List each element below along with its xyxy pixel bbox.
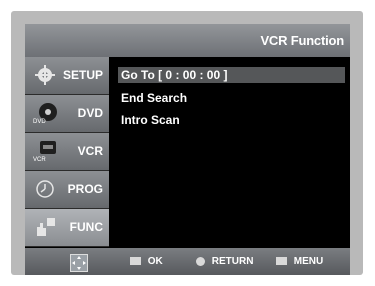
sidebar: SETUP DVD DVD VCR VCR PROG FUNC	[25, 57, 109, 248]
menu-item-go-to[interactable]: Go To [ 0 : 00 : 00 ]	[118, 67, 345, 83]
dvd-disc-icon: DVD	[33, 103, 57, 124]
sidebar-item-dvd[interactable]: DVD DVD	[25, 95, 109, 133]
sidebar-item-setup[interactable]: SETUP	[25, 57, 109, 95]
sidebar-item-func[interactable]: FUNC	[25, 209, 109, 247]
menu-item-end-search[interactable]: End Search	[121, 90, 187, 106]
hand-pointer-icon	[37, 218, 55, 236]
sidebar-item-label: SETUP	[62, 68, 103, 82]
svg-text:DVD: DVD	[33, 119, 46, 124]
menu-panel: Go To [ 0 : 00 : 00 ] End Search Intro S…	[109, 57, 350, 248]
return-label: RETURN	[211, 256, 254, 267]
menu-item-intro-scan[interactable]: Intro Scan	[121, 112, 180, 128]
gear-icon	[35, 65, 55, 85]
ok-hint: OK	[130, 256, 163, 267]
sidebar-item-label: VCR	[77, 144, 103, 158]
sidebar-item-vcr[interactable]: VCR VCR	[25, 133, 109, 171]
ok-label: OK	[147, 256, 163, 267]
sidebar-item-prog[interactable]: PROG	[25, 171, 109, 209]
footer-bar: OK RETURN MENU	[25, 248, 350, 275]
osd-screen: VCR Function SETUP DVD DVD VCR VCR PROG …	[25, 24, 350, 261]
clock-icon	[36, 180, 54, 198]
sidebar-item-label: FUNC	[69, 220, 103, 234]
ok-key-icon	[130, 257, 141, 266]
svg-text:VCR: VCR	[33, 157, 46, 162]
vcr-tape-icon: VCR	[33, 141, 56, 162]
directional-pad-icon	[70, 254, 88, 272]
sidebar-item-label: PROG	[67, 182, 103, 196]
menu-key-icon	[276, 257, 287, 266]
return-hint: RETURN	[196, 256, 253, 267]
menu-label: MENU	[293, 256, 324, 267]
return-key-icon	[196, 256, 205, 266]
header-bar: VCR Function	[25, 24, 350, 57]
page-title: VCR Function	[260, 33, 344, 48]
menu-hint: MENU	[276, 256, 323, 267]
sidebar-item-label: DVD	[77, 106, 103, 120]
